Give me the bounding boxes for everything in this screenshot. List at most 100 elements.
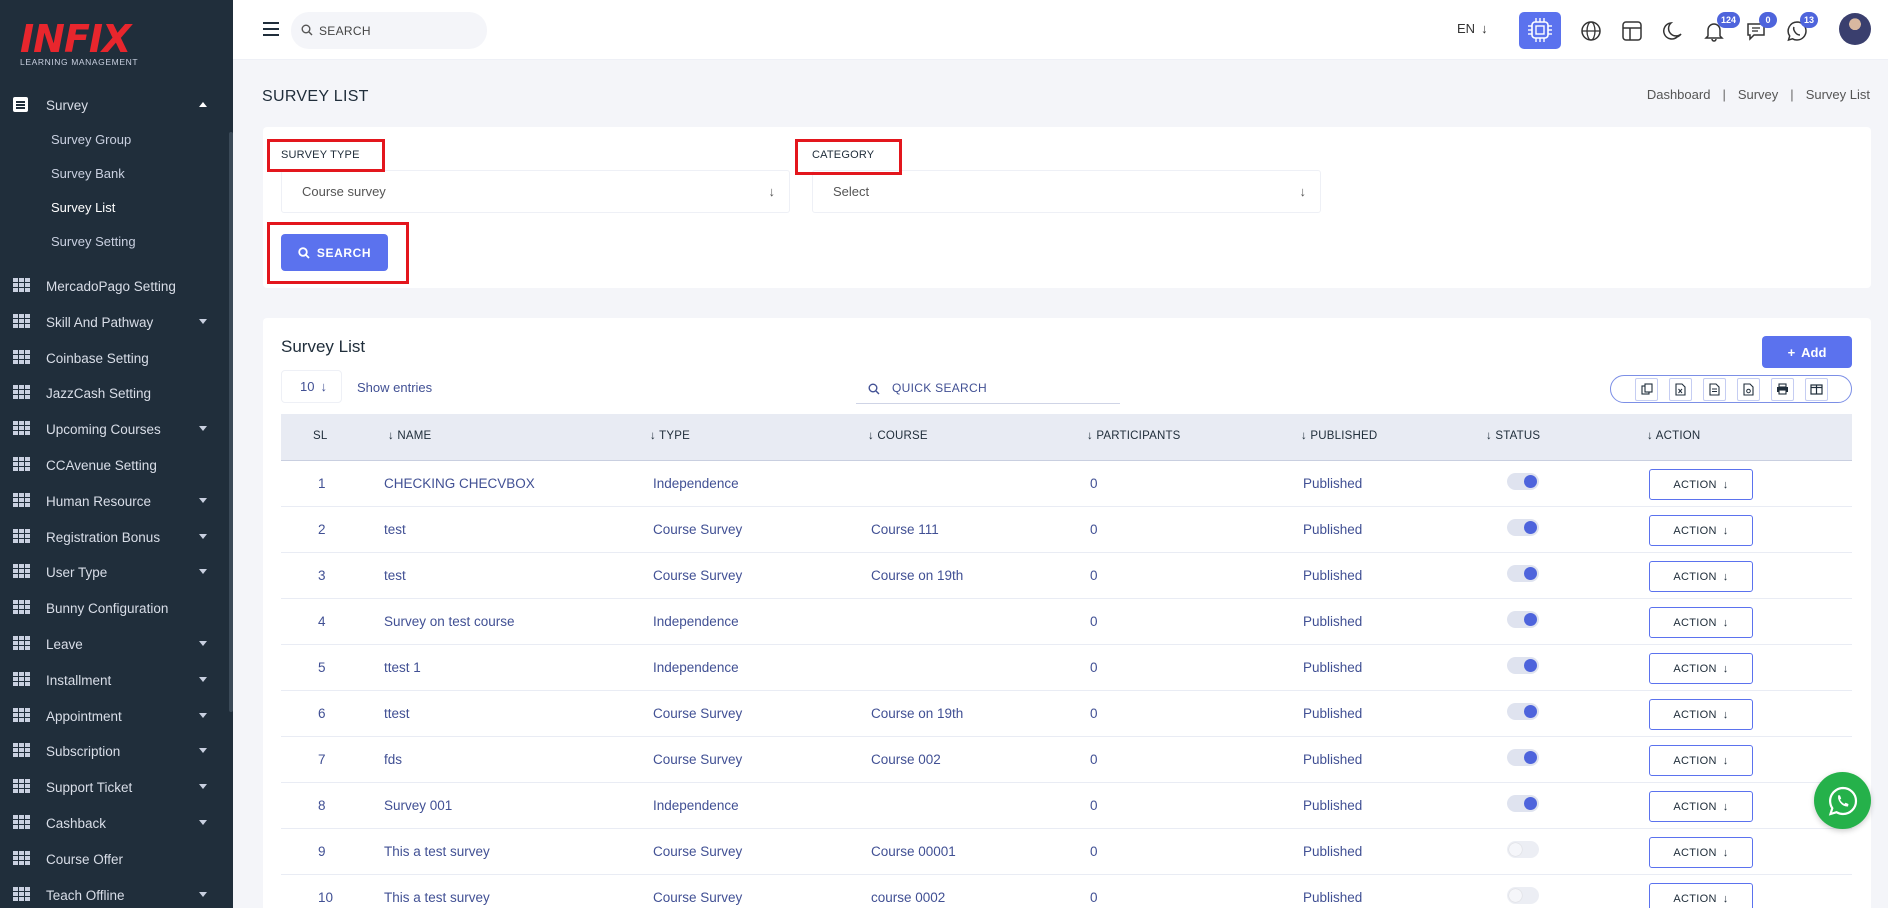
grid-icon [13, 457, 30, 472]
column-header-course-label: COURSE [877, 430, 928, 442]
whatsapp-chat-button[interactable] [1814, 772, 1871, 829]
action-dropdown-button[interactable]: ACTION ↓ [1649, 837, 1753, 868]
sidebar-item-subscription[interactable]: Subscription [0, 733, 229, 769]
breadcrumb-survey[interactable]: Survey [1738, 87, 1778, 102]
status-toggle[interactable] [1507, 657, 1539, 674]
sidebar-item-teach-offline[interactable]: Teach Offline [0, 877, 229, 908]
breadcrumb-dashboard[interactable]: Dashboard [1647, 87, 1711, 102]
column-header-type[interactable]: ↓ TYPE [650, 430, 690, 442]
toggle-knob [1509, 889, 1522, 902]
sidebar-item-label: Human Resource [46, 493, 152, 509]
column-header-published-label: PUBLISHED [1310, 430, 1378, 442]
cpu-icon [1528, 18, 1552, 42]
sidebar-item-leave[interactable]: Leave [0, 626, 229, 662]
column-header-course[interactable]: ↓ COURSE [868, 430, 928, 442]
language-value: EN [1457, 21, 1476, 36]
add-button[interactable]: + Add [1762, 336, 1852, 368]
cell-type: Course Survey [653, 890, 743, 905]
sidebar-item-jazzcash-setting[interactable]: JazzCash Setting [0, 375, 229, 411]
action-dropdown-button[interactable]: ACTION ↓ [1649, 607, 1753, 638]
layout-icon[interactable] [1621, 20, 1643, 42]
logo[interactable]: INFIX LEARNING MANAGEMENT [20, 20, 140, 70]
status-toggle[interactable] [1507, 565, 1539, 582]
excel-icon[interactable] [1669, 377, 1692, 401]
column-header-action-label: ACTION [1655, 430, 1701, 442]
columns-icon[interactable] [1805, 377, 1828, 401]
avatar[interactable] [1839, 13, 1871, 45]
action-dropdown-button[interactable]: ACTION ↓ [1649, 469, 1753, 500]
action-dropdown-button[interactable]: ACTION ↓ [1649, 745, 1753, 776]
table-row: 4 Survey on test course Independence 0 Publi… [281, 599, 1852, 645]
sidebar-subitem-survey-setting[interactable]: Survey Setting [51, 234, 136, 249]
action-dropdown-button[interactable]: ACTION ↓ [1649, 791, 1753, 822]
sidebar-item-appointment[interactable]: Appointment [0, 698, 229, 734]
sidebar-item-support-ticket[interactable]: Support Ticket [0, 769, 229, 805]
menu-icon[interactable] [263, 22, 279, 36]
csv-icon[interactable] [1703, 377, 1726, 401]
survey-type-select[interactable]: Course survey ↓ [281, 170, 790, 213]
top-search-input[interactable]: SEARCH [291, 12, 487, 49]
cell-published: Published [1303, 522, 1363, 537]
status-toggle[interactable] [1507, 749, 1539, 766]
quick-search-input[interactable]: QUICK SEARCH [856, 372, 1120, 404]
document-icon [13, 97, 30, 112]
table-row: 10 This a test survey Course Survey course … [281, 875, 1852, 908]
action-dropdown-button[interactable]: ACTION ↓ [1649, 515, 1753, 546]
chevron-down-icon [199, 319, 207, 324]
sidebar-item-user-type[interactable]: User Type [0, 554, 229, 590]
status-toggle[interactable] [1507, 703, 1539, 720]
cell-course: Course on 19th [871, 706, 964, 721]
sidebar-item-course-offer[interactable]: Course Offer [0, 841, 229, 877]
column-header-participants[interactable]: ↓ PARTICIPANTS [1087, 430, 1181, 442]
sidebar-item-upcoming-courses[interactable]: Upcoming Courses [0, 411, 229, 447]
entries-select[interactable]: 10 ↓ [281, 370, 342, 403]
action-dropdown-button[interactable]: ACTION ↓ [1649, 561, 1753, 592]
sidebar-item-mercadopago-setting[interactable]: MercadoPago Setting [0, 268, 229, 304]
breadcrumb: Dashboard | Survey | Survey List [1647, 87, 1870, 102]
language-selector[interactable]: EN ↓ [1457, 21, 1488, 36]
action-dropdown-button[interactable]: ACTION ↓ [1649, 653, 1753, 684]
cell-name: test [384, 522, 406, 537]
sidebar-item-survey[interactable]: Survey [0, 87, 229, 123]
column-header-name[interactable]: ↓ NAME [388, 430, 431, 442]
sidebar-item-registration-bonus[interactable]: Registration Bonus [0, 519, 229, 555]
status-toggle[interactable] [1507, 611, 1539, 628]
arrow-down-icon: ↓ [1722, 754, 1729, 767]
sidebar-subitem-survey-group[interactable]: Survey Group [51, 132, 131, 147]
sidebar-subitem-survey-list[interactable]: Survey List [51, 200, 115, 215]
sidebar-subitem-survey-bank[interactable]: Survey Bank [51, 166, 125, 181]
status-toggle[interactable] [1507, 519, 1539, 536]
sidebar-item-label: MercadoPago Setting [46, 278, 176, 294]
breadcrumb-survey-list[interactable]: Survey List [1806, 87, 1870, 102]
globe-icon[interactable] [1580, 20, 1602, 42]
category-select[interactable]: Select ↓ [812, 170, 1321, 213]
highlight-box-category [795, 139, 902, 175]
sidebar-item-human-resource[interactable]: Human Resource [0, 483, 229, 519]
column-header-status[interactable]: ↓ STATUS [1486, 430, 1540, 442]
copy-icon[interactable] [1635, 377, 1658, 401]
sidebar-item-ccavenue-setting[interactable]: CCAvenue Setting [0, 447, 229, 483]
status-toggle[interactable] [1507, 887, 1539, 904]
moon-icon[interactable] [1662, 20, 1684, 42]
column-header-participants-label: PARTICIPANTS [1096, 430, 1181, 442]
sidebar-item-label: JazzCash Setting [46, 385, 152, 401]
status-toggle[interactable] [1507, 841, 1539, 858]
table-row: 5 ttest 1 Independence 0 Published ACTION ↓ [281, 645, 1852, 691]
sidebar-item-coinbase-setting[interactable]: Coinbase Setting [0, 340, 229, 376]
print-icon[interactable] [1771, 377, 1794, 401]
sidebar-scrollbar[interactable] [229, 132, 233, 712]
action-dropdown-button[interactable]: ACTION ↓ [1649, 699, 1753, 730]
column-header-action[interactable]: ↓ ACTION [1647, 430, 1700, 442]
action-dropdown-button[interactable]: ACTION ↓ [1649, 883, 1753, 908]
sidebar-item-bunny-configuration[interactable]: Bunny Configuration [0, 590, 229, 626]
status-toggle[interactable] [1507, 473, 1539, 490]
column-header-sl[interactable]: SL [313, 430, 327, 442]
status-toggle[interactable] [1507, 795, 1539, 812]
sidebar-item-skill-and-pathway[interactable]: Skill And Pathway [0, 304, 229, 340]
sidebar-item-installment[interactable]: Installment [0, 662, 229, 698]
column-header-published[interactable]: ↓ PUBLISHED [1301, 430, 1377, 442]
cpu-button[interactable] [1519, 12, 1561, 49]
arrow-down-icon: ↓ [1722, 708, 1729, 721]
sidebar-item-cashback[interactable]: Cashback [0, 805, 229, 841]
pdf-icon[interactable] [1737, 377, 1760, 401]
